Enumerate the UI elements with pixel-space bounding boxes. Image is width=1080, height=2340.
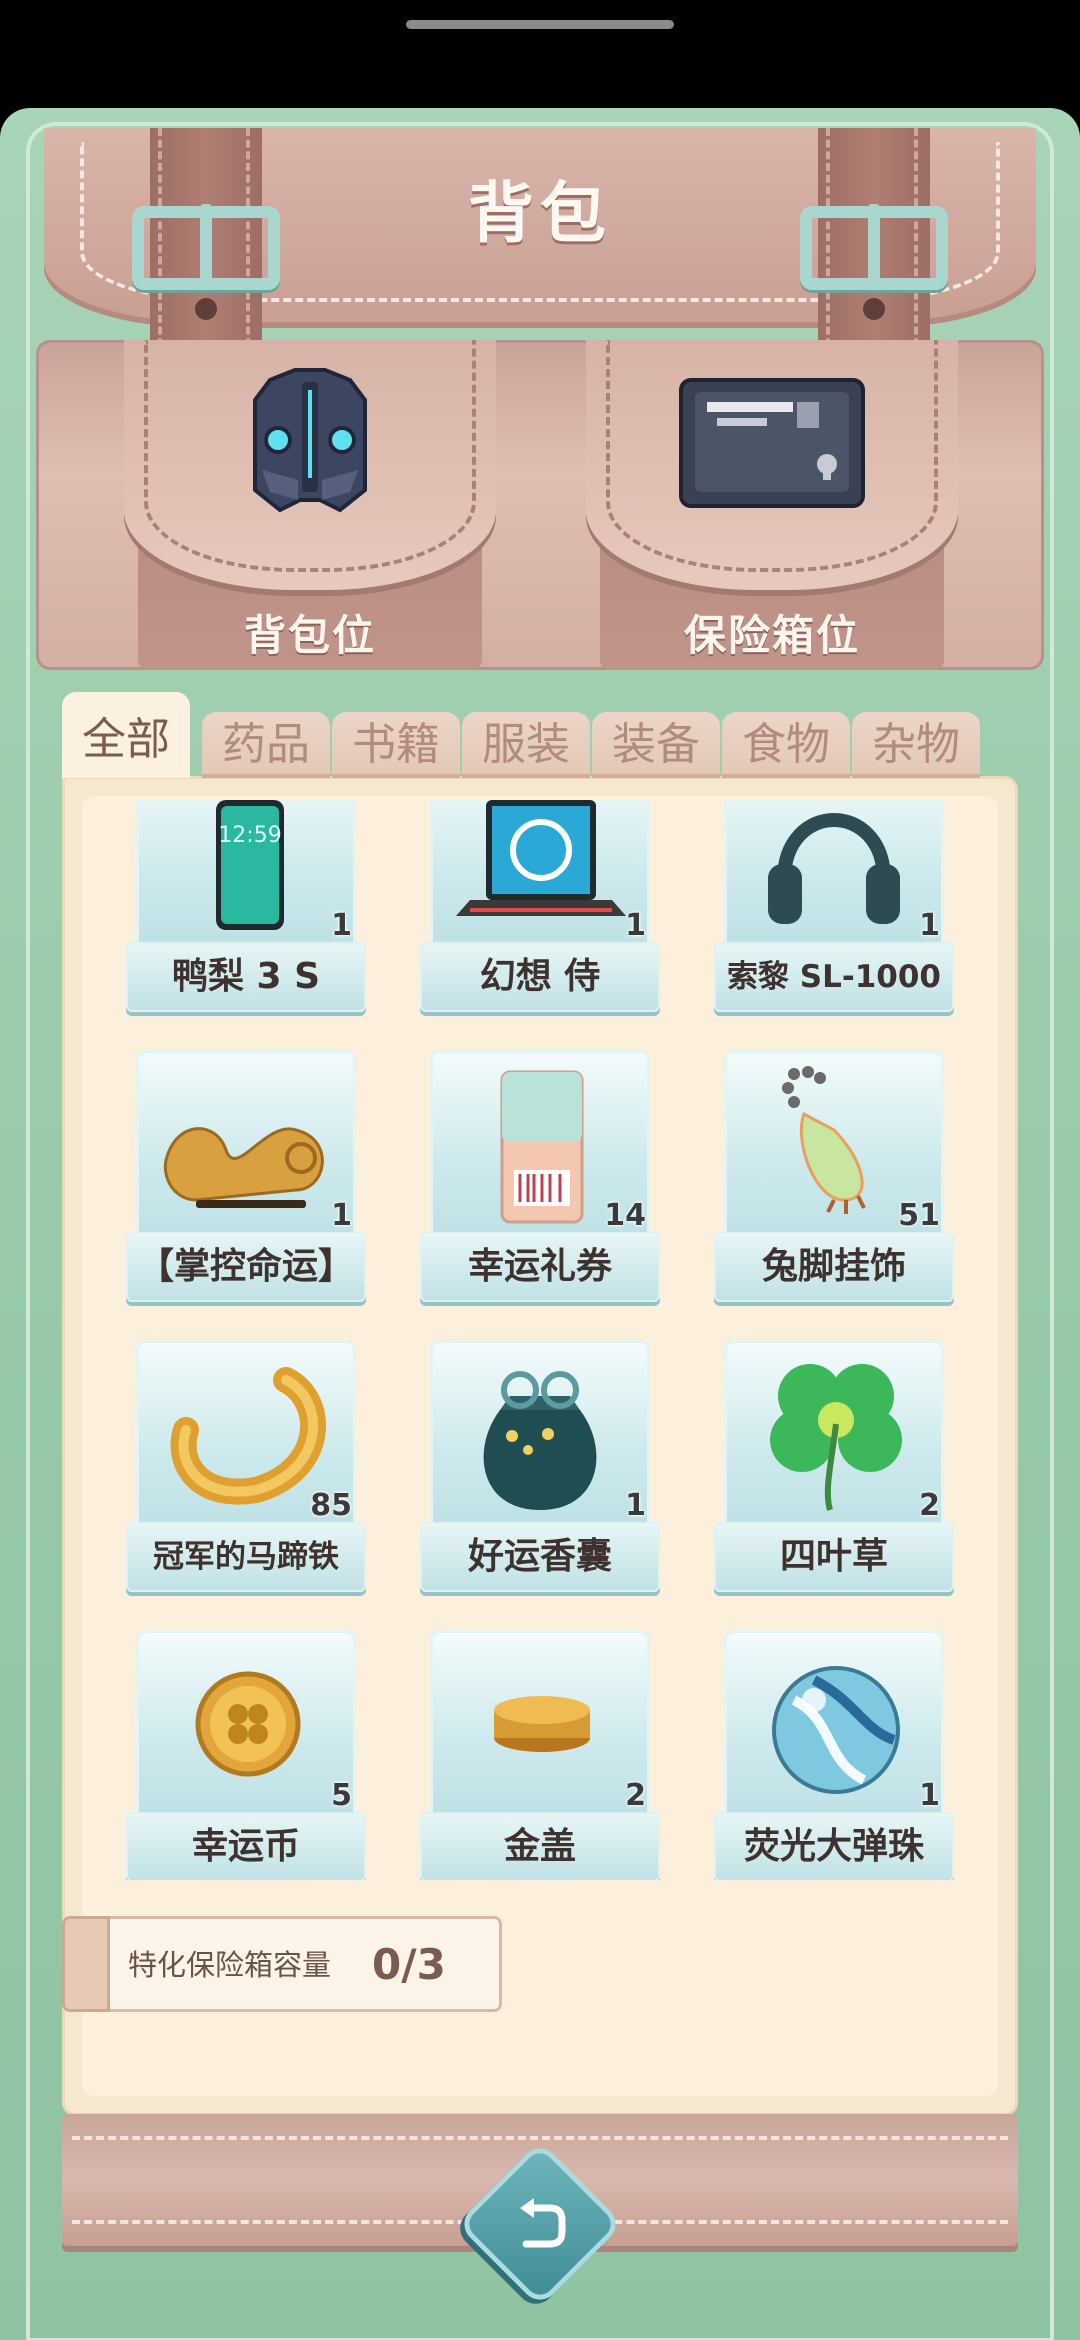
item-count: 2 [625, 1778, 646, 1813]
item-count: 1 [331, 1198, 352, 1233]
item-slot[interactable]: 1 【掌控命运】 [126, 1050, 366, 1310]
gesture-pill [406, 20, 674, 29]
status-bar [0, 0, 1080, 108]
item-name: 鸭梨 3 S [126, 942, 366, 1012]
ruyi-scepter-icon [136, 1050, 356, 1230]
item-slot[interactable]: 51 兔脚挂饰 [714, 1050, 954, 1310]
tab-all[interactable]: 全部 [62, 692, 190, 778]
item-name: 荧光大弹珠 [714, 1812, 954, 1880]
category-tabs: 全部 药品 书籍 服装 装备 食物 杂物 [62, 686, 1018, 778]
lucky-coin-icon [136, 1630, 356, 1810]
item-slot[interactable]: 12:59 1 鸭梨 3 S [126, 800, 366, 1020]
item-count: 51 [898, 1198, 940, 1233]
item-count: 1 [625, 908, 646, 943]
item-slot[interactable]: 14 幸运礼券 [420, 1050, 660, 1310]
capacity-label: 特化保险箱容量 [128, 1948, 332, 1982]
item-name: 好运香囊 [420, 1522, 660, 1592]
item-slot[interactable]: 5 幸运币 [126, 1630, 366, 1880]
item-count: 2 [919, 1488, 940, 1523]
marble-icon [724, 1630, 944, 1810]
item-slot[interactable]: 1 幻想 侍 [420, 800, 660, 1020]
item-count: 5 [331, 1778, 352, 1813]
item-name: 幸运礼券 [420, 1232, 660, 1302]
page-title: 背包 [468, 175, 612, 252]
ticket-stub [62, 1916, 110, 2012]
item-slot[interactable]: 1 索黎 SL-1000 [714, 800, 954, 1020]
item-slot[interactable]: 1 荧光大弹珠 [714, 1630, 954, 1880]
laptop-icon [430, 800, 650, 940]
item-count: 1 [919, 1778, 940, 1813]
item-name: 兔脚挂饰 [714, 1232, 954, 1302]
item-count: 1 [919, 908, 940, 943]
tab-misc[interactable]: 杂物 [852, 712, 980, 778]
armor-vest-icon [240, 360, 380, 524]
item-grid: 12:59 1 鸭梨 3 S 1 幻想 侍 1 索黎 SL-1000 1 【掌控… [62, 800, 1018, 1880]
safe-slot-label: 保险箱位 [683, 611, 860, 660]
headphones-icon [724, 800, 944, 940]
tab-clothing[interactable]: 服装 [462, 712, 590, 778]
gold-cap-icon [430, 1630, 650, 1810]
item-slot[interactable]: 85 冠军的马蹄铁 [126, 1340, 366, 1600]
tab-medicine[interactable]: 药品 [202, 712, 330, 778]
item-count: 1 [331, 908, 352, 943]
safe-capacity-ticket: 特化保险箱容量 0/3 [62, 1916, 502, 2012]
four-leaf-clover-icon [724, 1340, 944, 1520]
item-name: 四叶草 [714, 1522, 954, 1592]
item-count: 1 [625, 1488, 646, 1523]
back-arrow-icon [506, 2190, 574, 2258]
item-slot[interactable]: 2 金盖 [420, 1630, 660, 1880]
safe-slot-pocket[interactable]: 保险箱位 [586, 340, 958, 670]
tab-books[interactable]: 书籍 [332, 712, 460, 778]
item-name: 幸运币 [126, 1812, 366, 1880]
item-count: 85 [310, 1488, 352, 1523]
item-count: 14 [604, 1198, 646, 1233]
item-name: 【掌控命运】 [126, 1232, 366, 1302]
item-slot[interactable]: 2 四叶草 [714, 1340, 954, 1600]
backpack-slot-label: 背包位 [243, 611, 376, 660]
sachet-pouch-icon [430, 1340, 650, 1520]
svg-text:12:59: 12:59 [218, 823, 281, 848]
safe-box-icon [677, 374, 867, 518]
item-name: 金盖 [420, 1812, 660, 1880]
tab-food[interactable]: 食物 [722, 712, 850, 778]
item-name: 索黎 SL-1000 [714, 942, 954, 1012]
smartphone-icon: 12:59 [136, 800, 356, 940]
item-name: 幻想 侍 [420, 942, 660, 1012]
item-name: 冠军的马蹄铁 [126, 1522, 366, 1592]
ticket-body: 特化保险箱容量 0/3 [110, 1916, 502, 2012]
item-slot[interactable]: 1 好运香囊 [420, 1340, 660, 1600]
tab-equipment[interactable]: 装备 [592, 712, 720, 778]
capacity-value: 0/3 [372, 1940, 446, 1989]
backpack-slot-pocket[interactable]: 背包位 [124, 340, 496, 670]
